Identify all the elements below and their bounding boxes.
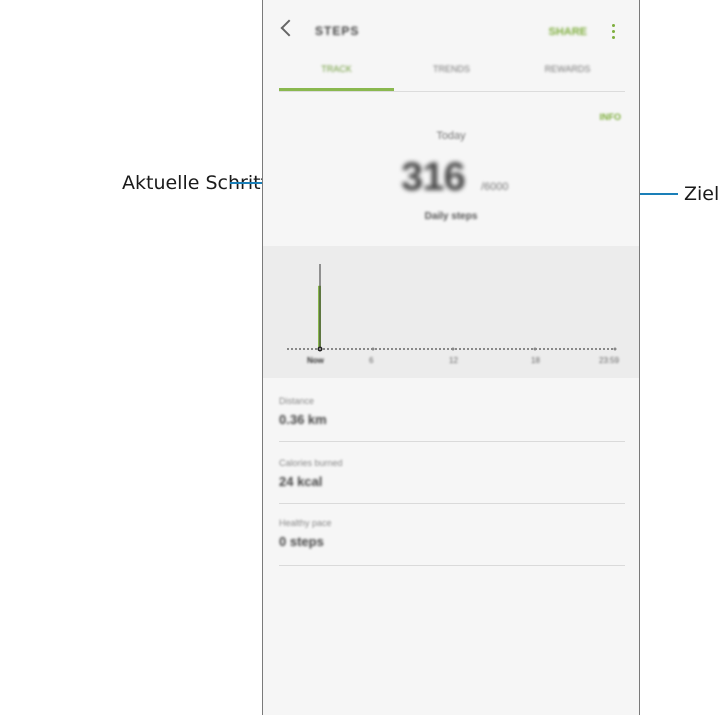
steps-chart: Now 6 12 18 23:59 — [263, 246, 639, 378]
axis-label-end: 23:59 — [599, 356, 620, 365]
daily-steps-label: Daily steps — [424, 211, 478, 222]
stat-value: 0 steps — [279, 534, 324, 549]
axis-label-now: Now — [307, 356, 324, 365]
tab-divider — [279, 91, 625, 92]
axis-label-6: 6 — [369, 356, 374, 365]
share-button[interactable]: SHARE — [548, 26, 587, 38]
tab-track[interactable]: TRACK — [279, 64, 394, 74]
phone-screen: STEPS SHARE TRACK TRENDS REWARDS INFO To… — [262, 0, 640, 715]
axis-label-18: 18 — [531, 356, 540, 365]
step-goal: /6000 — [481, 181, 509, 193]
stat-divider — [279, 565, 625, 566]
stat-label: Distance — [279, 396, 315, 406]
date-label: Today — [436, 130, 466, 142]
app-bar: STEPS SHARE — [263, 0, 639, 60]
chart-point — [613, 347, 617, 351]
stat-distance: Distance 0.36 km — [279, 396, 625, 427]
axis-label-12: 12 — [449, 356, 458, 365]
tab-trends[interactable]: TRENDS — [394, 64, 509, 74]
stat-value: 0.36 km — [279, 412, 327, 427]
current-step-count: 316 — [401, 155, 466, 199]
info-button[interactable]: INFO — [600, 112, 622, 122]
callout-goal: Ziel — [684, 183, 720, 205]
stat-divider — [279, 441, 625, 442]
chart-baseline — [287, 348, 613, 350]
more-options-icon[interactable] — [612, 24, 615, 42]
stat-calories: Calories burned 24 kcal — [279, 458, 625, 489]
stat-value: 24 kcal — [279, 474, 323, 489]
stat-healthy-pace: Healthy pace 0 steps — [279, 518, 625, 549]
stat-label: Healthy pace — [279, 518, 332, 528]
stat-divider — [279, 503, 625, 504]
page-title: STEPS — [315, 24, 360, 38]
back-arrow-icon[interactable] — [280, 19, 298, 37]
tab-rewards[interactable]: REWARDS — [510, 64, 625, 74]
stat-label: Calories burned — [279, 458, 343, 468]
